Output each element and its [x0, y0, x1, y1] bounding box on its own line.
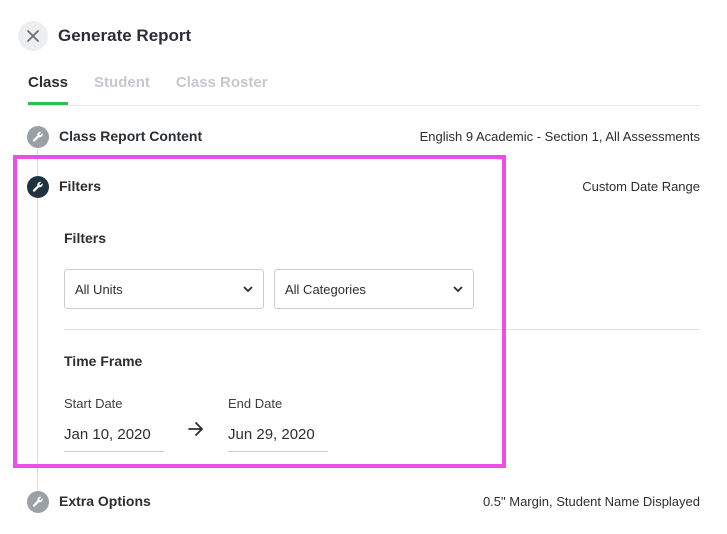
wrench-icon [27, 126, 49, 148]
tab-bar: Class Student Class Roster [28, 74, 294, 106]
tab-student[interactable]: Student [94, 74, 150, 106]
tab-class-roster[interactable]: Class Roster [176, 74, 268, 106]
step-summary-filters: Custom Date Range [582, 179, 700, 194]
close-icon [27, 30, 39, 42]
page-title: Generate Report [58, 26, 192, 45]
highlight-box [13, 155, 506, 468]
close-button[interactable] [18, 21, 48, 51]
step-label-extra-options[interactable]: Extra Options [59, 493, 151, 509]
step-label-class-report-content[interactable]: Class Report Content [59, 128, 202, 144]
step-summary-extra-options: 0.5" Margin, Student Name Displayed [482, 494, 700, 509]
wrench-icon [27, 491, 49, 513]
tab-class[interactable]: Class [28, 74, 69, 106]
step-summary-class-report-content: English 9 Academic - Section 1, All Asse… [419, 129, 700, 144]
tabs-divider [28, 105, 700, 106]
